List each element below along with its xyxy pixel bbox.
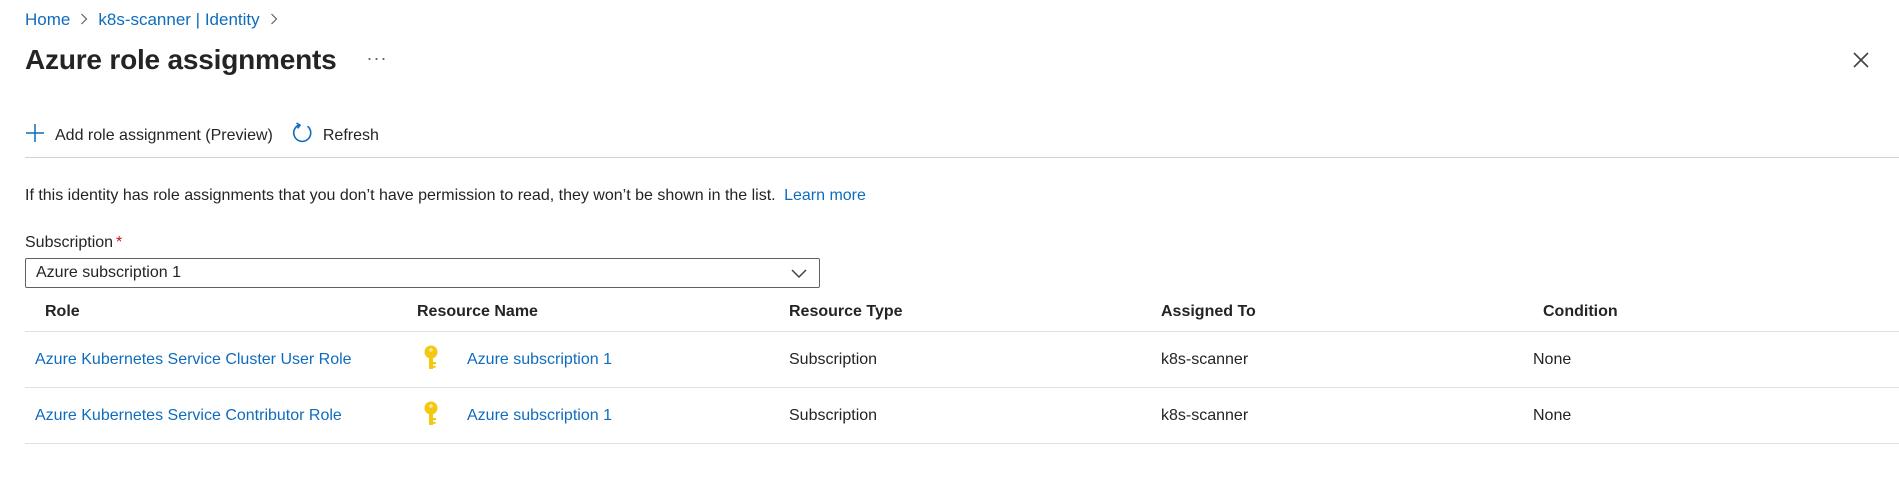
breadcrumb: Home k8s-scanner | Identity: [25, 10, 288, 30]
subscription-dropdown[interactable]: Azure subscription 1: [25, 258, 820, 288]
refresh-icon: [291, 122, 323, 149]
toolbar: Add role assignment (Preview) Refresh: [25, 122, 397, 149]
key-icon: [423, 345, 439, 376]
table-row: Azure Kubernetes Service Cluster User Ro…: [25, 332, 1899, 388]
assigned-to-cell: k8s-scanner: [1161, 350, 1249, 368]
resource-name-cell: Azure subscription 1: [417, 343, 789, 376]
add-role-assignment-label: Add role assignment (Preview): [55, 126, 273, 144]
condition-cell: None: [1533, 350, 1572, 368]
table-header: Role Resource Name Resource Type Assigne…: [25, 292, 1899, 332]
table-row: Azure Kubernetes Service Contributor Rol…: [25, 388, 1899, 444]
page-title: Azure role assignments: [25, 44, 337, 75]
resource-name-link[interactable]: Azure subscription 1: [467, 407, 612, 425]
role-link[interactable]: Azure Kubernetes Service Contributor Rol…: [25, 407, 417, 425]
toolbar-divider: [25, 157, 1899, 158]
column-header-resource-type[interactable]: Resource Type: [789, 303, 1161, 321]
role-link[interactable]: Azure Kubernetes Service Cluster User Ro…: [25, 351, 417, 369]
refresh-button[interactable]: Refresh: [291, 122, 379, 149]
add-role-assignment-button[interactable]: Add role assignment (Preview): [25, 123, 273, 148]
breadcrumb-home[interactable]: Home: [25, 10, 70, 30]
info-message: If this identity has role assignments th…: [25, 187, 866, 205]
chevron-right-icon: [80, 12, 88, 29]
breadcrumb-identity[interactable]: k8s-scanner | Identity: [98, 10, 259, 30]
close-icon[interactable]: [1851, 50, 1871, 70]
refresh-label: Refresh: [322, 126, 379, 144]
resource-name-link[interactable]: Azure subscription 1: [467, 351, 612, 369]
column-header-condition[interactable]: Condition: [1533, 303, 1899, 321]
column-header-role[interactable]: Role: [25, 303, 417, 321]
key-icon: [423, 401, 439, 432]
subscription-label: Subscription *: [25, 234, 122, 252]
role-assignments-table: Role Resource Name Resource Type Assigne…: [25, 292, 1899, 444]
column-header-assigned-to[interactable]: Assigned To: [1161, 303, 1533, 321]
column-header-resource-name[interactable]: Resource Name: [417, 303, 789, 321]
required-marker: *: [116, 234, 123, 251]
learn-more-link[interactable]: Learn more: [784, 187, 866, 204]
plus-icon: [25, 123, 55, 148]
info-text: If this identity has role assignments th…: [25, 187, 776, 204]
chevron-right-icon: [270, 12, 278, 29]
subscription-label-text: Subscription: [25, 234, 114, 251]
assigned-to-cell: k8s-scanner: [1161, 406, 1249, 424]
title-row: Azure role assignments ···: [25, 44, 387, 76]
resource-name-cell: Azure subscription 1: [417, 399, 789, 432]
subscription-selected-value: Azure subscription 1: [36, 264, 181, 281]
resource-type-cell: Subscription: [789, 350, 878, 368]
more-icon[interactable]: ···: [366, 48, 387, 69]
resource-type-cell: Subscription: [789, 406, 878, 424]
chevron-down-icon: [791, 266, 807, 284]
condition-cell: None: [1533, 406, 1572, 424]
page: Home k8s-scanner | Identity Azure role a…: [0, 0, 1899, 493]
